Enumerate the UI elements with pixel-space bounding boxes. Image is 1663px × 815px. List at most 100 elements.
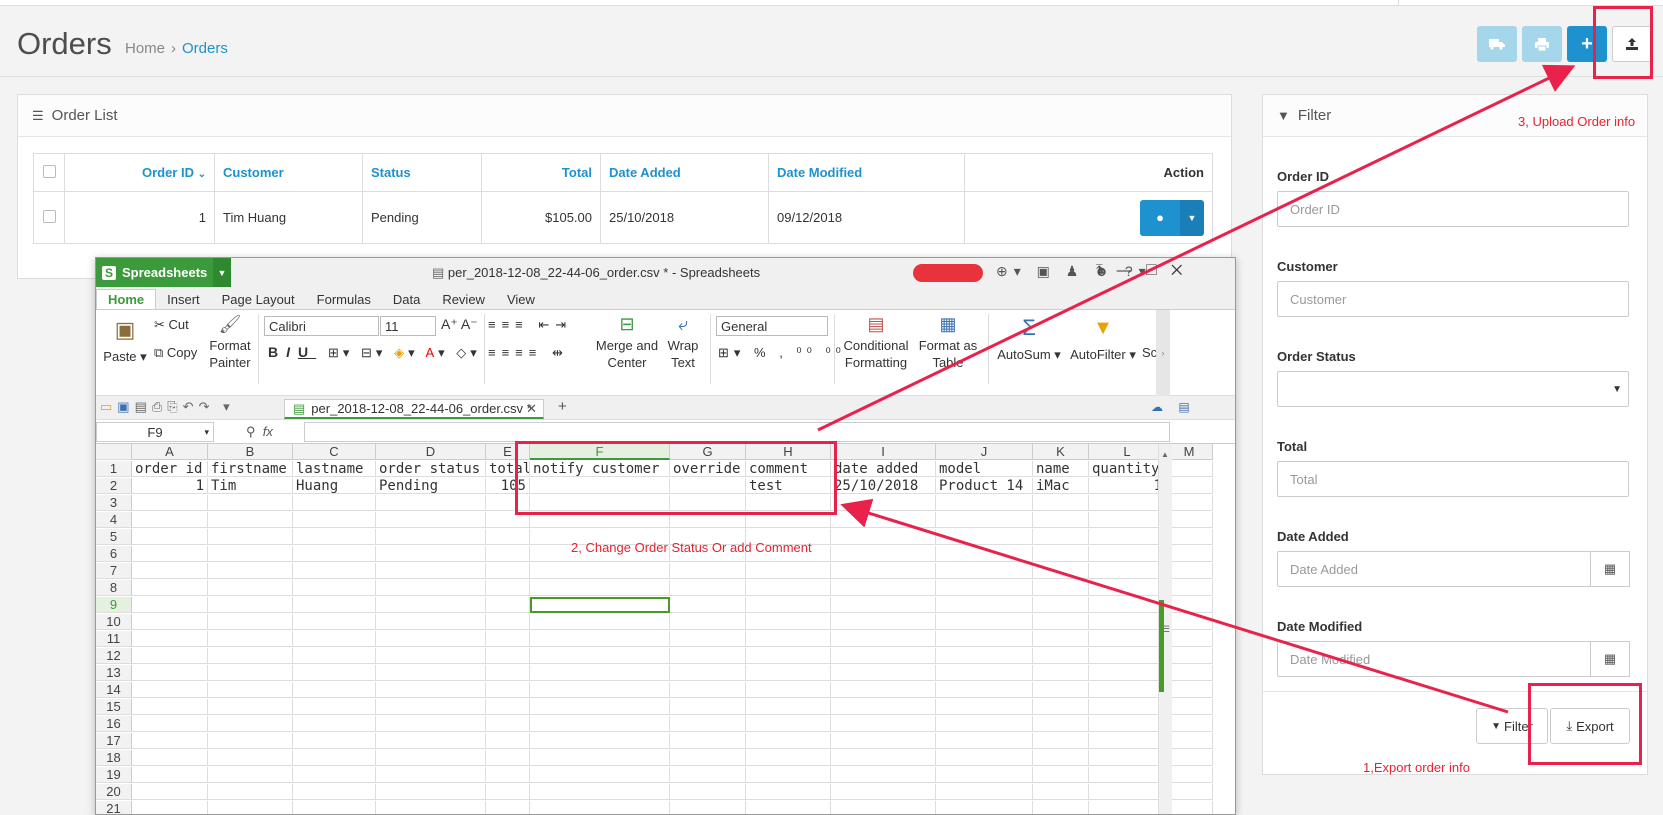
row-header[interactable]: 15	[96, 699, 132, 715]
spreadsheet-app-menu[interactable]: S Spreadsheets ▼	[96, 258, 231, 287]
row-header[interactable]: 20	[96, 784, 132, 800]
grid-cell[interactable]	[132, 801, 208, 814]
grid-cell[interactable]	[1033, 631, 1089, 647]
grid-cell[interactable]	[746, 665, 831, 681]
row-header[interactable]: 10	[96, 614, 132, 630]
column-customer[interactable]: Customer	[214, 153, 363, 192]
cloud-sync-icons[interactable]: ☁ ▤	[1151, 400, 1196, 414]
grid-cell[interactable]	[670, 563, 746, 579]
grid-cell[interactable]	[376, 665, 486, 681]
grid-cell[interactable]: Pending	[376, 478, 486, 494]
date-added-input[interactable]: Date Added	[1277, 551, 1591, 587]
print-button[interactable]	[1522, 26, 1562, 62]
grid-cell[interactable]	[1089, 597, 1166, 613]
column-header-c[interactable]: C	[293, 444, 376, 460]
grid-cell[interactable]	[486, 580, 530, 596]
grid-cell[interactable]: 1	[1089, 478, 1166, 494]
grid-cell[interactable]	[376, 512, 486, 528]
grid-cell[interactable]	[208, 716, 293, 732]
grid-cell[interactable]	[746, 784, 831, 800]
grid-cell[interactable]	[1033, 801, 1089, 814]
grid-cell[interactable]	[1089, 733, 1166, 749]
grid-cell[interactable]	[1089, 546, 1166, 562]
row-header[interactable]: 17	[96, 733, 132, 749]
row-header[interactable]: 3	[96, 495, 132, 511]
row-header[interactable]: 4	[96, 512, 132, 528]
grid-cell[interactable]	[831, 495, 936, 511]
grid-cell[interactable]	[1166, 767, 1213, 783]
quick-access-icons[interactable]: ▭▣▤⎙⎘↶↷ ▾	[100, 399, 235, 415]
grid-cell[interactable]	[486, 682, 530, 698]
grid-cell[interactable]	[1166, 495, 1213, 511]
grid-cell[interactable]	[831, 716, 936, 732]
grid-cell[interactable]	[1033, 784, 1089, 800]
grid-cell[interactable]	[670, 750, 746, 766]
grid-cell[interactable]	[1089, 716, 1166, 732]
grid-cell[interactable]	[936, 512, 1033, 528]
grid-cell[interactable]	[293, 733, 376, 749]
row-header[interactable]: 18	[96, 750, 132, 766]
tab-review[interactable]: Review	[431, 289, 496, 309]
grid-cell[interactable]	[831, 631, 936, 647]
grid-cell[interactable]	[530, 631, 670, 647]
grid-cell[interactable]	[293, 767, 376, 783]
window-controls[interactable]: ⤒—☐✕	[1096, 262, 1196, 279]
tab-page-layout[interactable]: Page Layout	[211, 289, 306, 309]
grid-cell[interactable]: name	[1033, 461, 1089, 477]
grid-cell[interactable]	[831, 665, 936, 681]
ribbon-scroll-right[interactable]: ›	[1156, 310, 1170, 396]
column-header-j[interactable]: J	[936, 444, 1033, 460]
grid-cell[interactable]: Product 14	[936, 478, 1033, 494]
grid-cell[interactable]	[376, 614, 486, 630]
grid-cell[interactable]	[936, 495, 1033, 511]
grid-cell[interactable]	[486, 631, 530, 647]
grid-cell[interactable]	[208, 597, 293, 613]
date-modified-calendar-button[interactable]: ▦	[1590, 641, 1630, 677]
grid-cell[interactable]	[831, 784, 936, 800]
grid-cell[interactable]	[831, 580, 936, 596]
grid-cell[interactable]	[746, 733, 831, 749]
grid-cell[interactable]	[376, 546, 486, 562]
grid-cell[interactable]	[293, 750, 376, 766]
grid-cell[interactable]	[132, 597, 208, 613]
grid-cell[interactable]	[376, 716, 486, 732]
grid-cell[interactable]	[486, 563, 530, 579]
grid-cell[interactable]	[132, 784, 208, 800]
row-header[interactable]: 6	[96, 546, 132, 562]
grid-cell[interactable]	[208, 665, 293, 681]
column-header-m[interactable]: M	[1166, 444, 1213, 460]
grid-cell[interactable]	[132, 580, 208, 596]
grid-cell[interactable]	[936, 682, 1033, 698]
grid-cell[interactable]	[670, 631, 746, 647]
grid-cell[interactable]	[486, 546, 530, 562]
grid-cell[interactable]	[1166, 461, 1213, 477]
grid-cell[interactable]	[1089, 648, 1166, 664]
ship-button[interactable]	[1477, 26, 1517, 62]
grid-cell[interactable]	[376, 597, 486, 613]
view-button[interactable]: ●	[1140, 199, 1180, 236]
conditional-formatting-button[interactable]: ▤ Conditional Formatting	[840, 315, 912, 371]
grid-cell[interactable]	[486, 716, 530, 732]
grid-cell[interactable]	[376, 495, 486, 511]
grid-cell[interactable]	[1166, 682, 1213, 698]
grid-cell[interactable]	[530, 801, 670, 814]
grid-cell[interactable]	[1033, 665, 1089, 681]
grid-cell[interactable]	[670, 665, 746, 681]
grid-cell[interactable]	[670, 716, 746, 732]
wrap-text-button[interactable]: ⤶ Wrap Text	[664, 315, 702, 371]
grid-corner[interactable]	[96, 444, 132, 460]
customer-input[interactable]: Customer	[1277, 281, 1629, 317]
grid-cell[interactable]	[530, 750, 670, 766]
grid-cell[interactable]	[670, 597, 746, 613]
date-modified-input[interactable]: Date Modified	[1277, 641, 1591, 677]
tab-home[interactable]: Home	[96, 289, 157, 309]
grid-cell[interactable]	[208, 614, 293, 630]
grid-cell[interactable]	[936, 750, 1033, 766]
grid-cell[interactable]	[530, 580, 670, 596]
font-size-buttons[interactable]: A⁺ A⁻	[441, 316, 478, 333]
grid-cell[interactable]	[208, 733, 293, 749]
row-header[interactable]: 12	[96, 648, 132, 664]
grid-cell[interactable]	[936, 665, 1033, 681]
grid-cell[interactable]	[746, 648, 831, 664]
grid-cell[interactable]	[208, 648, 293, 664]
